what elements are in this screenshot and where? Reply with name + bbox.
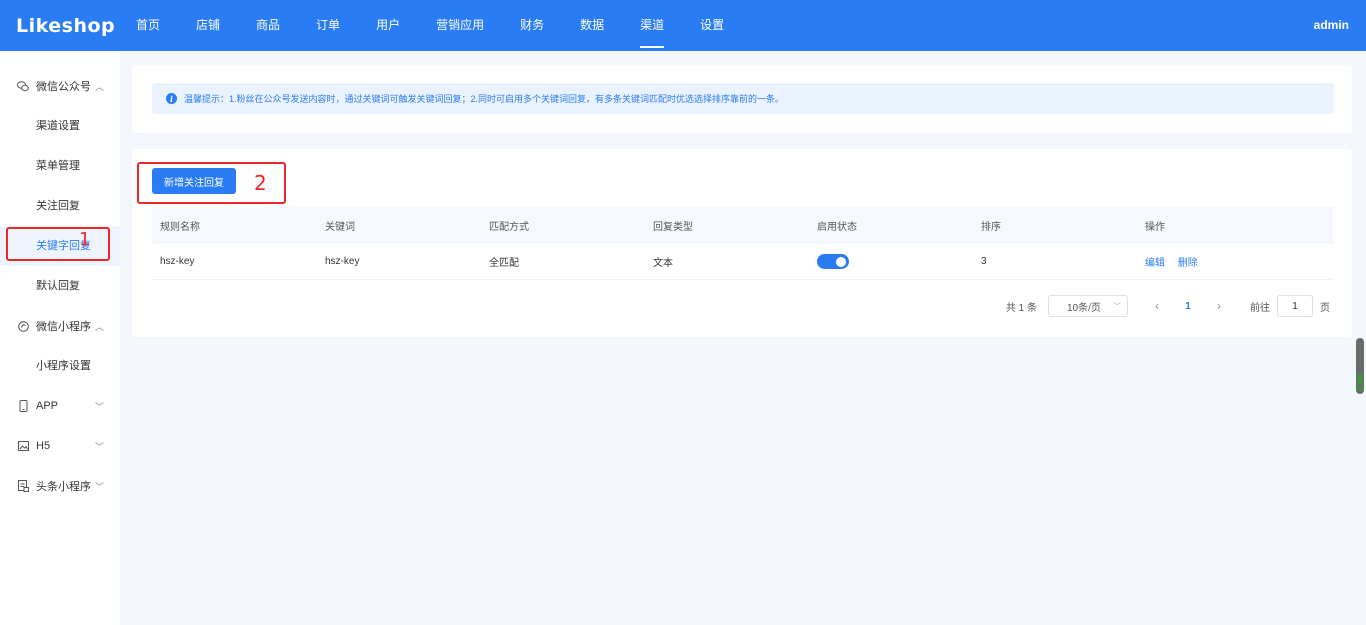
- column-header: 规则名称: [160, 222, 200, 233]
- annotation-number-2: 2: [254, 171, 267, 195]
- wechat-icon: [17, 80, 29, 92]
- tip-text: 温馨提示：1.粉丝在公众号发送内容时，通过关键词可触发关键词回复；2.同时可启用…: [184, 94, 785, 104]
- table-header: 规则名称 关键词 匹配方式 回复类型 启用状态 排序 操作: [152, 207, 1334, 244]
- table-card: 新增关注回复 规则名称 关键词 匹配方式 回复类型 启用状态 排序 操作 hsz…: [132, 149, 1352, 337]
- chevron-up-icon: ︿: [94, 82, 104, 92]
- page-size-select[interactable]: 10条/页 ﹀: [1048, 295, 1128, 317]
- cell-rule-name: hsz-key: [160, 256, 195, 267]
- scrollbar[interactable]: [1356, 338, 1364, 394]
- goto-page-input[interactable]: [1277, 295, 1313, 317]
- next-page-icon[interactable]: ›: [1204, 299, 1234, 313]
- top-bar: Likeshop 首页 店铺 商品 订单 用户 营销应用 财务 数据 渠道 设置…: [0, 0, 1366, 51]
- annotation-number-1: 1: [79, 229, 91, 250]
- nav-marketing[interactable]: 营销应用: [418, 0, 502, 51]
- column-header: 关键词: [325, 222, 355, 233]
- sidebar-group-toutiao[interactable]: 头条小程序 ﹀: [0, 466, 120, 506]
- column-header: 匹配方式: [489, 222, 529, 233]
- enabled-toggle[interactable]: [817, 254, 849, 269]
- nav-data[interactable]: 数据: [562, 0, 622, 51]
- cell-status: [809, 254, 973, 269]
- nav-goods[interactable]: 商品: [238, 0, 298, 51]
- doc-icon: [17, 480, 29, 492]
- page-size-value: 10条/页: [1067, 302, 1101, 314]
- rules-table: 规则名称 关键词 匹配方式 回复类型 启用状态 排序 操作 hsz-key hs…: [152, 207, 1334, 280]
- column-header: 回复类型: [653, 222, 693, 233]
- info-icon: i: [166, 93, 177, 104]
- page-number[interactable]: 1: [1172, 301, 1204, 312]
- sidebar-item-menu-management[interactable]: 菜单管理: [0, 146, 120, 186]
- sidebar-group-label: 头条小程序: [36, 481, 91, 493]
- nav-home[interactable]: 首页: [136, 0, 178, 51]
- chevron-down-icon: ﹀: [1113, 301, 1121, 311]
- sidebar-group-app[interactable]: APP ﹀: [0, 386, 120, 426]
- mini-program-icon: [17, 320, 29, 332]
- pagination: 共 1 条 10条/页 ﹀ ‹ 1 › 前往 页: [1006, 295, 1330, 317]
- cell-match-type: 全匹配: [489, 258, 519, 269]
- cell-reply-type: 文本: [653, 258, 673, 269]
- sidebar-group-h5[interactable]: H5 ﹀: [0, 426, 120, 466]
- cell-sort: 3: [981, 256, 987, 267]
- chevron-down-icon: ﹀: [94, 402, 104, 412]
- cell-actions: 编辑 删除: [1137, 254, 1334, 269]
- main-nav: 首页 店铺 商品 订单 用户 营销应用 财务 数据 渠道 设置: [136, 0, 742, 51]
- column-header: 启用状态: [817, 222, 857, 233]
- prev-page-icon[interactable]: ‹: [1142, 299, 1172, 313]
- nav-users[interactable]: 用户: [358, 0, 418, 51]
- cell-keyword: hsz-key: [325, 256, 360, 267]
- sidebar-group-wechat-oa[interactable]: 微信公众号 ︿: [0, 66, 120, 106]
- sidebar-item-follow-reply[interactable]: 关注回复: [0, 186, 120, 226]
- sidebar-group-label: 微信公众号: [36, 81, 91, 93]
- column-header: 操作: [1145, 222, 1165, 233]
- sidebar-item-mini-settings[interactable]: 小程序设置: [0, 346, 120, 386]
- sidebar: 微信公众号 ︿ 渠道设置 菜单管理 关注回复 关键字回复 默认回复 微信小程序 …: [0, 51, 120, 625]
- nav-store[interactable]: 店铺: [178, 0, 238, 51]
- page-suffix: 页: [1320, 302, 1330, 314]
- nav-settings[interactable]: 设置: [682, 0, 742, 51]
- user-menu[interactable]: admin: [1314, 0, 1349, 51]
- goto-page: 前往 页: [1250, 295, 1330, 317]
- sidebar-group-label: APP: [36, 400, 59, 412]
- image-icon: [17, 440, 29, 452]
- phone-icon: [17, 400, 29, 412]
- goto-label: 前往: [1250, 302, 1270, 314]
- sidebar-group-wechat-mini[interactable]: 微信小程序 ︿: [0, 306, 120, 346]
- tip-card: i 温馨提示：1.粉丝在公众号发送内容时，通过关键词可触发关键词回复；2.同时可…: [132, 65, 1352, 133]
- sidebar-group-label: 微信小程序: [36, 321, 91, 333]
- chevron-down-icon: ﹀: [94, 482, 104, 492]
- tip-alert: i 温馨提示：1.粉丝在公众号发送内容时，通过关键词可触发关键词回复；2.同时可…: [152, 83, 1334, 114]
- annotation-box-1: [6, 227, 110, 261]
- sidebar-item-channel-settings[interactable]: 渠道设置: [0, 106, 120, 146]
- table-row: hsz-key hsz-key 全匹配 文本 3 编辑 删除: [152, 244, 1334, 280]
- nav-orders[interactable]: 订单: [298, 0, 358, 51]
- edit-link[interactable]: 编辑: [1145, 258, 1165, 269]
- column-header: 排序: [981, 222, 1001, 233]
- chevron-down-icon: ﹀: [94, 442, 104, 452]
- logo[interactable]: Likeshop: [0, 15, 136, 37]
- chevron-up-icon: ︿: [94, 322, 104, 332]
- total-count: 共 1 条: [1005, 302, 1037, 314]
- delete-link[interactable]: 删除: [1178, 258, 1198, 269]
- sidebar-item-default-reply[interactable]: 默认回复: [0, 266, 120, 306]
- nav-channel[interactable]: 渠道: [622, 0, 682, 51]
- nav-finance[interactable]: 财务: [502, 0, 562, 51]
- sidebar-group-label: H5: [36, 440, 51, 452]
- scrollbar-grip[interactable]: [1357, 373, 1363, 391]
